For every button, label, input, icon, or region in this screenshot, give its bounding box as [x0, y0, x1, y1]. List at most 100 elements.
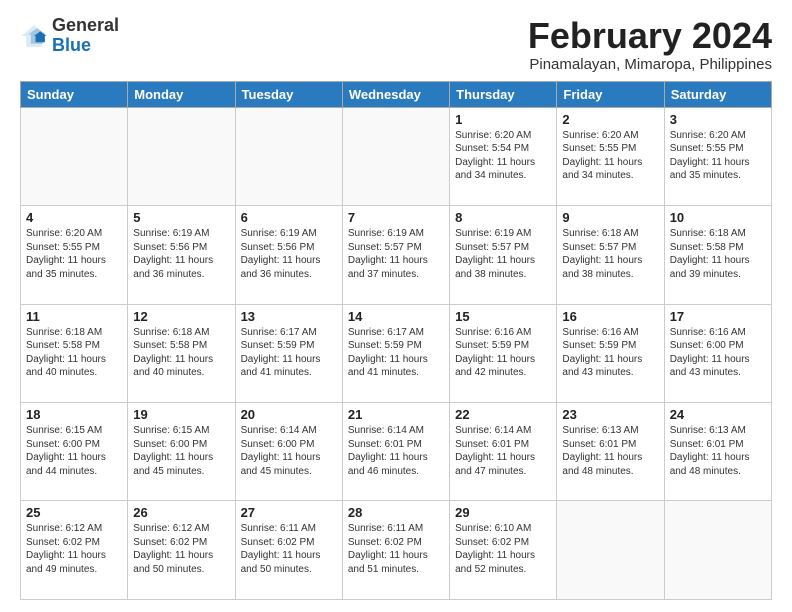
calendar-cell: 12 Sunrise: 6:18 AM Sunset: 5:58 PM Dayli…: [128, 304, 235, 402]
calendar-cell: [342, 107, 449, 205]
day-number: 19: [133, 407, 229, 422]
calendar-cell: 2Sunrise: 6:20 AM Sunset: 5:55 PM Daylig…: [557, 107, 664, 205]
calendar-cell: 29 Sunrise: 6:10 AM Sunset: 6:02 PM Dayli…: [450, 501, 557, 600]
header: General Blue February 2024 Pinamalayan, …: [20, 16, 772, 73]
day-number: 23: [562, 407, 658, 422]
week-row-3: 18Sunrise: 6:15 AM Sunset: 6:00 PM Dayli…: [21, 403, 772, 501]
calendar-cell: 24 Sunrise: 6:13 AM Sunset: 6:01 PM Dayli…: [664, 403, 771, 501]
day-info: Sunrise: 6:20 AM Sunset: 5:54 PM Dayligh…: [455, 129, 551, 183]
calendar-subtitle: Pinamalayan, Mimaropa, Philippines: [528, 56, 772, 73]
day-number: 17: [670, 309, 766, 324]
calendar-cell: 13Sunrise: 6:17 AM Sunset: 5:59 PM Dayli…: [235, 304, 342, 402]
calendar-table: SundayMondayTuesdayWednesdayThursdayFrid…: [20, 81, 772, 600]
calendar-cell: 26 Sunrise: 6:12 AM Sunset: 6:02 PM Dayli…: [128, 501, 235, 600]
calendar-cell: 19 Sunrise: 6:15 AM Sunset: 6:00 PM Dayli…: [128, 403, 235, 501]
day-info: Sunrise: 6:19 AM Sunset: 5:57 PM Dayligh…: [455, 227, 551, 281]
day-info: Sunrise: 6:10 AM Sunset: 6:02 PM Dayligh…: [455, 522, 551, 576]
day-info: Sunrise: 6:15 AM Sunset: 6:00 PM Dayligh…: [26, 424, 122, 478]
day-number: 15: [455, 309, 551, 324]
calendar-cell: 4Sunrise: 6:20 AM Sunset: 5:55 PM Daylig…: [21, 206, 128, 304]
day-number: 5: [133, 210, 229, 225]
day-info: Sunrise: 6:14 AM Sunset: 6:00 PM Dayligh…: [241, 424, 337, 478]
logo: General Blue: [20, 16, 119, 56]
day-info: Sunrise: 6:19 AM Sunset: 5:56 PM Dayligh…: [133, 227, 229, 281]
day-header-thursday: Thursday: [450, 81, 557, 107]
day-number: 21: [348, 407, 444, 422]
calendar-cell: [128, 107, 235, 205]
day-info: Sunrise: 6:17 AM Sunset: 5:59 PM Dayligh…: [348, 326, 444, 380]
calendar-cell: 18Sunrise: 6:15 AM Sunset: 6:00 PM Dayli…: [21, 403, 128, 501]
day-header-saturday: Saturday: [664, 81, 771, 107]
day-number: 11: [26, 309, 122, 324]
calendar-cell: 27 Sunrise: 6:11 AM Sunset: 6:02 PM Dayli…: [235, 501, 342, 600]
day-info: Sunrise: 6:11 AM Sunset: 6:02 PM Dayligh…: [348, 522, 444, 576]
calendar-cell: 1Sunrise: 6:20 AM Sunset: 5:54 PM Daylig…: [450, 107, 557, 205]
day-info: Sunrise: 6:14 AM Sunset: 6:01 PM Dayligh…: [348, 424, 444, 478]
calendar-cell: 8 Sunrise: 6:19 AM Sunset: 5:57 PM Daylig…: [450, 206, 557, 304]
day-number: 20: [241, 407, 337, 422]
day-number: 12: [133, 309, 229, 324]
day-number: 4: [26, 210, 122, 225]
logo-text: General Blue: [52, 16, 119, 56]
day-info: Sunrise: 6:20 AM Sunset: 5:55 PM Dayligh…: [670, 129, 766, 183]
day-header-tuesday: Tuesday: [235, 81, 342, 107]
day-info: Sunrise: 6:16 AM Sunset: 5:59 PM Dayligh…: [562, 326, 658, 380]
calendar-cell: [557, 501, 664, 600]
day-number: 26: [133, 505, 229, 520]
calendar-cell: 14Sunrise: 6:17 AM Sunset: 5:59 PM Dayli…: [342, 304, 449, 402]
day-header-wednesday: Wednesday: [342, 81, 449, 107]
calendar-cell: 3 Sunrise: 6:20 AM Sunset: 5:55 PM Daylig…: [664, 107, 771, 205]
calendar-cell: 23Sunrise: 6:13 AM Sunset: 6:01 PM Dayli…: [557, 403, 664, 501]
day-number: 25: [26, 505, 122, 520]
day-number: 3: [670, 112, 766, 127]
day-number: 8: [455, 210, 551, 225]
day-number: 24: [670, 407, 766, 422]
day-info: Sunrise: 6:11 AM Sunset: 6:02 PM Dayligh…: [241, 522, 337, 576]
calendar-cell: 9Sunrise: 6:18 AM Sunset: 5:57 PM Daylig…: [557, 206, 664, 304]
calendar-cell: 25Sunrise: 6:12 AM Sunset: 6:02 PM Dayli…: [21, 501, 128, 600]
calendar-cell: 15 Sunrise: 6:16 AM Sunset: 5:59 PM Dayli…: [450, 304, 557, 402]
week-row-0: 1Sunrise: 6:20 AM Sunset: 5:54 PM Daylig…: [21, 107, 772, 205]
day-info: Sunrise: 6:19 AM Sunset: 5:57 PM Dayligh…: [348, 227, 444, 281]
day-info: Sunrise: 6:18 AM Sunset: 5:58 PM Dayligh…: [26, 326, 122, 380]
day-number: 10: [670, 210, 766, 225]
day-header-sunday: Sunday: [21, 81, 128, 107]
calendar-cell: 7 Sunrise: 6:19 AM Sunset: 5:57 PM Daylig…: [342, 206, 449, 304]
day-number: 7: [348, 210, 444, 225]
week-row-4: 25 Sunrise: 6:12 AM Sunset: 6:02 PM Dayli…: [21, 501, 772, 600]
calendar-cell: 20 Sunrise: 6:14 AM Sunset: 6:00 PM Dayli…: [235, 403, 342, 501]
day-info: Sunrise: 6:16 AM Sunset: 6:00 PM Dayligh…: [670, 326, 766, 380]
calendar-cell: [21, 107, 128, 205]
day-info: Sunrise: 6:18 AM Sunset: 5:57 PM Dayligh…: [562, 227, 658, 281]
day-info: Sunrise: 6:13 AM Sunset: 6:01 PM Dayligh…: [670, 424, 766, 478]
logo-blue: Blue: [52, 35, 91, 55]
day-number: 29: [455, 505, 551, 520]
day-info: Sunrise: 6:14 AM Sunset: 6:01 PM Dayligh…: [455, 424, 551, 478]
days-of-week-row: SundayMondayTuesdayWednesdayThursdayFrid…: [21, 81, 772, 107]
day-number: 6: [241, 210, 337, 225]
day-number: 27: [241, 505, 337, 520]
day-info: Sunrise: 6:16 AM Sunset: 5:59 PM Dayligh…: [455, 326, 551, 380]
calendar-cell: [664, 501, 771, 600]
week-row-1: 4Sunrise: 6:20 AM Sunset: 5:55 PM Daylig…: [21, 206, 772, 304]
logo-general: General: [52, 15, 119, 35]
day-info: Sunrise: 6:19 AM Sunset: 5:56 PM Dayligh…: [241, 227, 337, 281]
calendar-cell: 10Sunrise: 6:18 AM Sunset: 5:58 PM Dayli…: [664, 206, 771, 304]
day-info: Sunrise: 6:20 AM Sunset: 5:55 PM Dayligh…: [562, 129, 658, 183]
calendar-cell: [235, 107, 342, 205]
calendar-cell: 21 Sunrise: 6:14 AM Sunset: 6:01 PM Dayli…: [342, 403, 449, 501]
calendar-cell: 11 Sunrise: 6:18 AM Sunset: 5:58 PM Dayli…: [21, 304, 128, 402]
logo-icon: [20, 22, 48, 50]
calendar-cell: 28Sunrise: 6:11 AM Sunset: 6:02 PM Dayli…: [342, 501, 449, 600]
day-number: 16: [562, 309, 658, 324]
calendar-title: February 2024: [528, 16, 772, 56]
week-row-2: 11 Sunrise: 6:18 AM Sunset: 5:58 PM Dayli…: [21, 304, 772, 402]
day-info: Sunrise: 6:18 AM Sunset: 5:58 PM Dayligh…: [133, 326, 229, 380]
day-header-monday: Monday: [128, 81, 235, 107]
calendar-cell: 17 Sunrise: 6:16 AM Sunset: 6:00 PM Dayli…: [664, 304, 771, 402]
day-info: Sunrise: 6:15 AM Sunset: 6:00 PM Dayligh…: [133, 424, 229, 478]
day-header-friday: Friday: [557, 81, 664, 107]
calendar-cell: 22Sunrise: 6:14 AM Sunset: 6:01 PM Dayli…: [450, 403, 557, 501]
day-info: Sunrise: 6:17 AM Sunset: 5:59 PM Dayligh…: [241, 326, 337, 380]
day-info: Sunrise: 6:12 AM Sunset: 6:02 PM Dayligh…: [133, 522, 229, 576]
